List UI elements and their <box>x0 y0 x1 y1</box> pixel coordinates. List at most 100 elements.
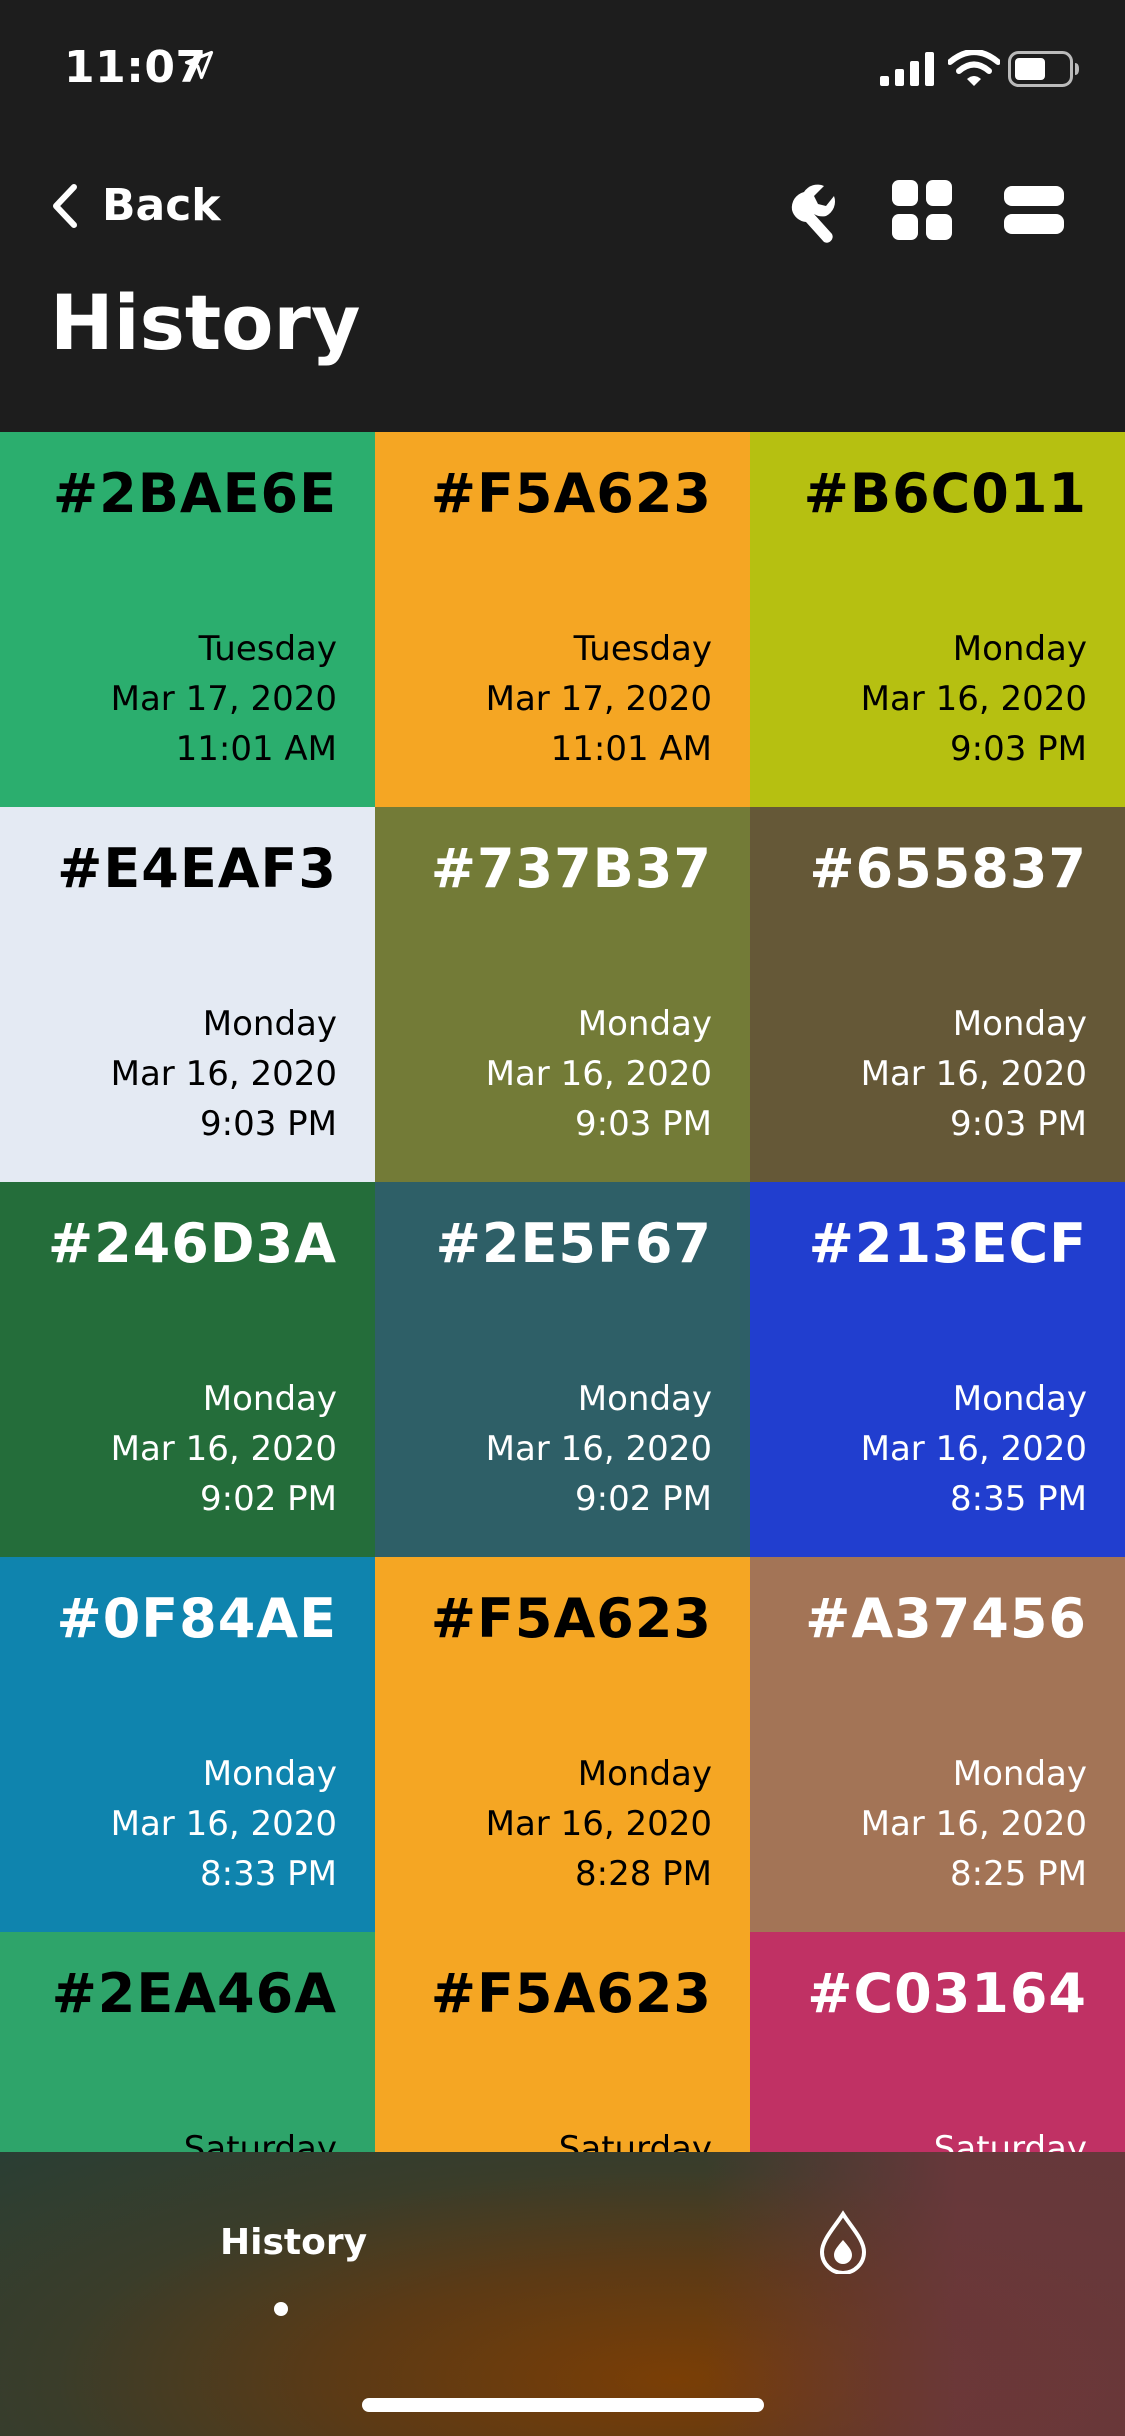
cellular-signal-icon <box>880 52 934 86</box>
history-swatch[interactable]: #2EA46A Saturday <box>0 1932 375 2152</box>
swatch-hex: #C03164 <box>807 1962 1087 2025</box>
history-swatch[interactable]: #246D3A Monday Mar 16, 2020 9:02 PM <box>0 1182 375 1557</box>
swatch-hex: #0F84AE <box>56 1587 337 1650</box>
swatch-hex: #2BAE6E <box>52 462 337 525</box>
swatch-time: 11:01 AM <box>175 729 337 769</box>
swatch-hex: #F5A623 <box>430 1962 712 2025</box>
back-label: Back <box>102 180 221 231</box>
swatch-time: 8:25 PM <box>950 1854 1087 1894</box>
history-swatch[interactable]: #737B37 Monday Mar 16, 2020 9:03 PM <box>375 807 750 1182</box>
swatch-hex: #2E5F67 <box>435 1212 712 1275</box>
swatch-time: 9:03 PM <box>575 1104 712 1144</box>
swatch-time: 9:03 PM <box>950 729 1087 769</box>
swatch-day: Tuesday <box>573 629 712 669</box>
swatch-time: 9:03 PM <box>200 1104 337 1144</box>
history-swatch[interactable]: #A37456 Monday Mar 16, 2020 8:25 PM <box>750 1557 1125 1932</box>
swatch-time: 9:02 PM <box>575 1479 712 1519</box>
swatch-timestamp: Monday Mar 16, 2020 8:25 PM <box>861 1749 1087 1899</box>
status-bar: 11:07 <box>0 0 1125 130</box>
list-view-icon[interactable] <box>1004 186 1064 236</box>
swatch-day: Monday <box>952 1379 1087 1419</box>
swatch-hex: #F5A623 <box>430 1587 712 1650</box>
swatch-timestamp: Monday Mar 16, 2020 9:02 PM <box>486 1374 712 1524</box>
swatch-timestamp: Monday Mar 16, 2020 9:03 PM <box>861 624 1087 774</box>
swatch-date: Mar 16, 2020 <box>110 1804 337 1844</box>
swatch-time: 8:35 PM <box>950 1479 1087 1519</box>
swatch-date: Mar 17, 2020 <box>110 679 337 719</box>
history-swatch[interactable]: #655837 Monday Mar 16, 2020 9:03 PM <box>750 807 1125 1182</box>
swatch-hex: #F5A623 <box>430 462 712 525</box>
swatch-day: Monday <box>202 1004 337 1044</box>
history-swatch[interactable]: #F5A623 Saturday <box>375 1932 750 2152</box>
back-button[interactable]: Back <box>48 180 221 231</box>
swatch-day: Saturday <box>933 2129 1087 2152</box>
battery-icon <box>1008 51 1079 87</box>
swatch-timestamp: Tuesday Mar 17, 2020 11:01 AM <box>486 624 712 774</box>
color-drop-icon[interactable] <box>816 2210 870 2274</box>
home-indicator[interactable] <box>362 2398 764 2412</box>
tab-bar: History <box>0 2152 1125 2436</box>
swatch-time: 9:03 PM <box>950 1104 1087 1144</box>
swatch-hex: #A37456 <box>805 1587 1087 1650</box>
swatch-time: 11:01 AM <box>550 729 712 769</box>
swatch-hex: #E4EAF3 <box>57 837 337 900</box>
swatch-day: Tuesday <box>198 629 337 669</box>
swatch-date: Mar 16, 2020 <box>110 1429 337 1469</box>
swatch-timestamp: Monday Mar 16, 2020 8:35 PM <box>861 1374 1087 1524</box>
swatch-day: Monday <box>952 629 1087 669</box>
swatch-date: Mar 16, 2020 <box>860 1429 1087 1469</box>
swatch-time: 8:33 PM <box>200 1854 337 1894</box>
active-tab-indicator <box>274 2302 288 2316</box>
swatch-time: 8:28 PM <box>575 1854 712 1894</box>
swatch-day: Monday <box>952 1754 1087 1794</box>
swatch-timestamp: Saturday <box>934 2124 1087 2152</box>
swatch-timestamp: Tuesday Mar 17, 2020 11:01 AM <box>111 624 337 774</box>
swatch-hex: #655837 <box>809 837 1087 900</box>
history-grid: #2BAE6E Tuesday Mar 17, 2020 11:01 AM #F5A62… <box>0 432 1125 2152</box>
history-swatch[interactable]: #2E5F67 Monday Mar 16, 2020 9:02 PM <box>375 1182 750 1557</box>
swatch-hex: #246D3A <box>47 1212 337 1275</box>
swatch-hex: #213ECF <box>808 1212 1087 1275</box>
swatch-timestamp: Monday Mar 16, 2020 9:03 PM <box>861 999 1087 1149</box>
history-swatch[interactable]: #F5A623 Monday Mar 16, 2020 8:28 PM <box>375 1557 750 1932</box>
swatch-hex: #737B37 <box>430 837 712 900</box>
history-swatch[interactable]: #C03164 Saturday <box>750 1932 1125 2152</box>
swatch-day: Monday <box>952 1004 1087 1044</box>
swatch-date: Mar 16, 2020 <box>860 1054 1087 1094</box>
grid-view-icon[interactable] <box>892 180 952 240</box>
page-title: History <box>50 278 361 367</box>
swatch-timestamp: Monday Mar 16, 2020 9:03 PM <box>486 999 712 1149</box>
swatch-day: Monday <box>577 1379 712 1419</box>
swatch-timestamp: Monday Mar 16, 2020 8:33 PM <box>111 1749 337 1899</box>
tab-history[interactable]: History <box>220 2222 367 2263</box>
swatch-hex: #B6C011 <box>803 462 1087 525</box>
swatch-date: Mar 16, 2020 <box>485 1054 712 1094</box>
history-swatch[interactable]: #0F84AE Monday Mar 16, 2020 8:33 PM <box>0 1557 375 1932</box>
swatch-timestamp: Monday Mar 16, 2020 8:28 PM <box>486 1749 712 1899</box>
swatch-time: 9:02 PM <box>200 1479 337 1519</box>
history-swatch[interactable]: #213ECF Monday Mar 16, 2020 8:35 PM <box>750 1182 1125 1557</box>
history-swatch[interactable]: #B6C011 Monday Mar 16, 2020 9:03 PM <box>750 432 1125 807</box>
swatch-day: Monday <box>202 1754 337 1794</box>
swatch-timestamp: Saturday <box>559 2124 712 2152</box>
swatch-date: Mar 16, 2020 <box>860 1804 1087 1844</box>
history-swatch[interactable]: #E4EAF3 Monday Mar 16, 2020 9:03 PM <box>0 807 375 1182</box>
swatch-day: Saturday <box>183 2129 337 2152</box>
swatch-timestamp: Monday Mar 16, 2020 9:02 PM <box>111 1374 337 1524</box>
history-swatch[interactable]: #F5A623 Tuesday Mar 17, 2020 11:01 AM <box>375 432 750 807</box>
swatch-day: Monday <box>577 1004 712 1044</box>
location-arrow-icon <box>184 50 214 80</box>
swatch-day: Monday <box>577 1754 712 1794</box>
swatch-date: Mar 16, 2020 <box>485 1429 712 1469</box>
swatch-timestamp: Monday Mar 16, 2020 9:03 PM <box>111 999 337 1149</box>
swatch-date: Mar 16, 2020 <box>485 1804 712 1844</box>
wrench-icon[interactable] <box>770 178 840 248</box>
swatch-hex: #2EA46A <box>51 1962 337 2025</box>
swatch-date: Mar 16, 2020 <box>110 1054 337 1094</box>
wifi-icon <box>948 50 1000 86</box>
history-swatch[interactable]: #2BAE6E Tuesday Mar 17, 2020 11:01 AM <box>0 432 375 807</box>
chevron-left-icon <box>53 183 77 228</box>
swatch-date: Mar 17, 2020 <box>485 679 712 719</box>
swatch-day: Saturday <box>558 2129 712 2152</box>
swatch-day: Monday <box>202 1379 337 1419</box>
